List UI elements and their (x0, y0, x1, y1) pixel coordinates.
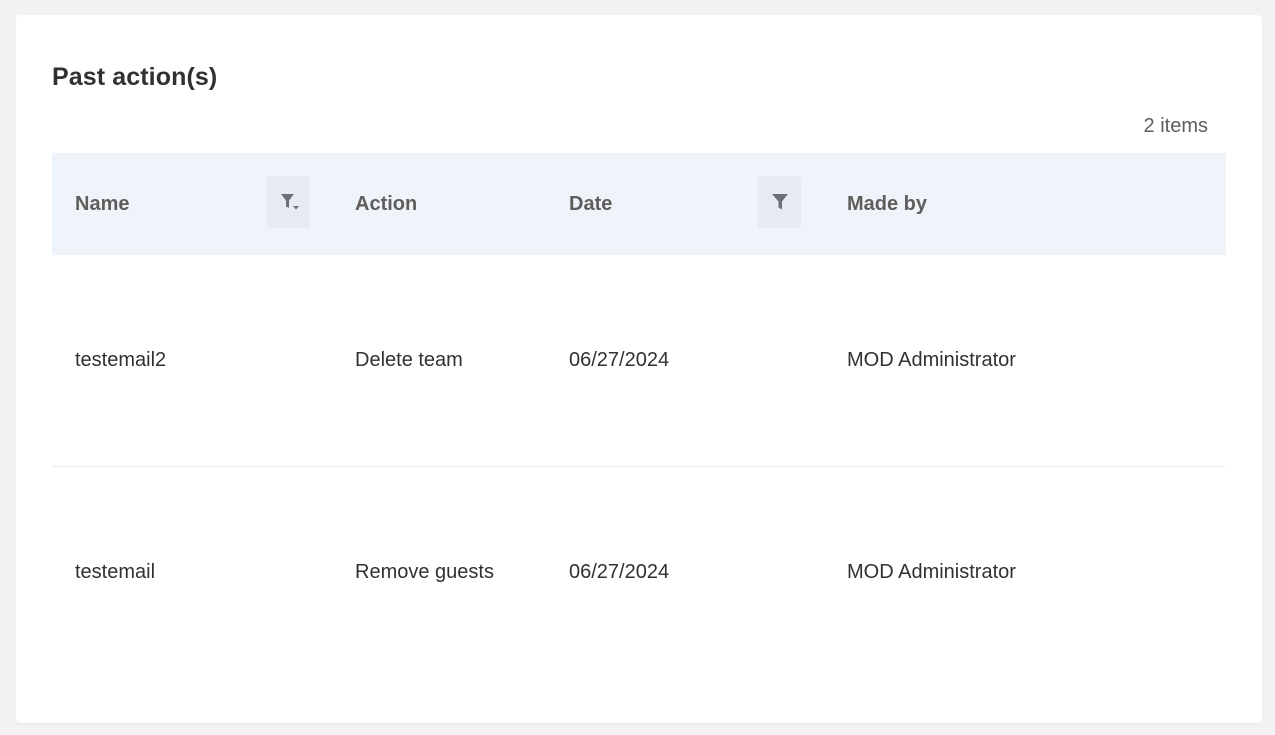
past-actions-card: Past action(s) 2 items Name Action Date (16, 15, 1262, 723)
past-actions-table: Name Action Date Made by testemail2 Dele… (52, 153, 1226, 678)
cell-name: testemail (75, 561, 156, 583)
cell-name: testemail2 (75, 349, 167, 371)
cell-action: Delete team (355, 349, 463, 371)
cell-made-by: MOD Administrator (847, 561, 1016, 583)
column-header-date[interactable]: Date (569, 153, 612, 255)
table-row[interactable]: testemail Remove guests 06/27/2024 MOD A… (52, 467, 1226, 678)
column-header-made-by[interactable]: Made by (847, 153, 927, 255)
table-row[interactable]: testemail2 Delete team 06/27/2024 MOD Ad… (52, 255, 1226, 467)
cell-date: 06/27/2024 (569, 561, 670, 583)
cell-date: 06/27/2024 (569, 349, 670, 371)
column-header-name[interactable]: Name (75, 153, 129, 255)
panel-title: Past action(s) (52, 63, 218, 91)
column-header-action[interactable]: Action (355, 153, 417, 255)
filter-sort-icon (278, 191, 300, 213)
date-filter-button[interactable] (758, 176, 801, 228)
item-count: 2 items (1143, 115, 1208, 137)
cell-made-by: MOD Administrator (847, 349, 1016, 371)
cell-action: Remove guests (355, 561, 494, 583)
table-header-row: Name Action Date Made by (52, 153, 1226, 255)
filter-icon (770, 192, 790, 212)
name-filter-button[interactable] (267, 176, 310, 228)
